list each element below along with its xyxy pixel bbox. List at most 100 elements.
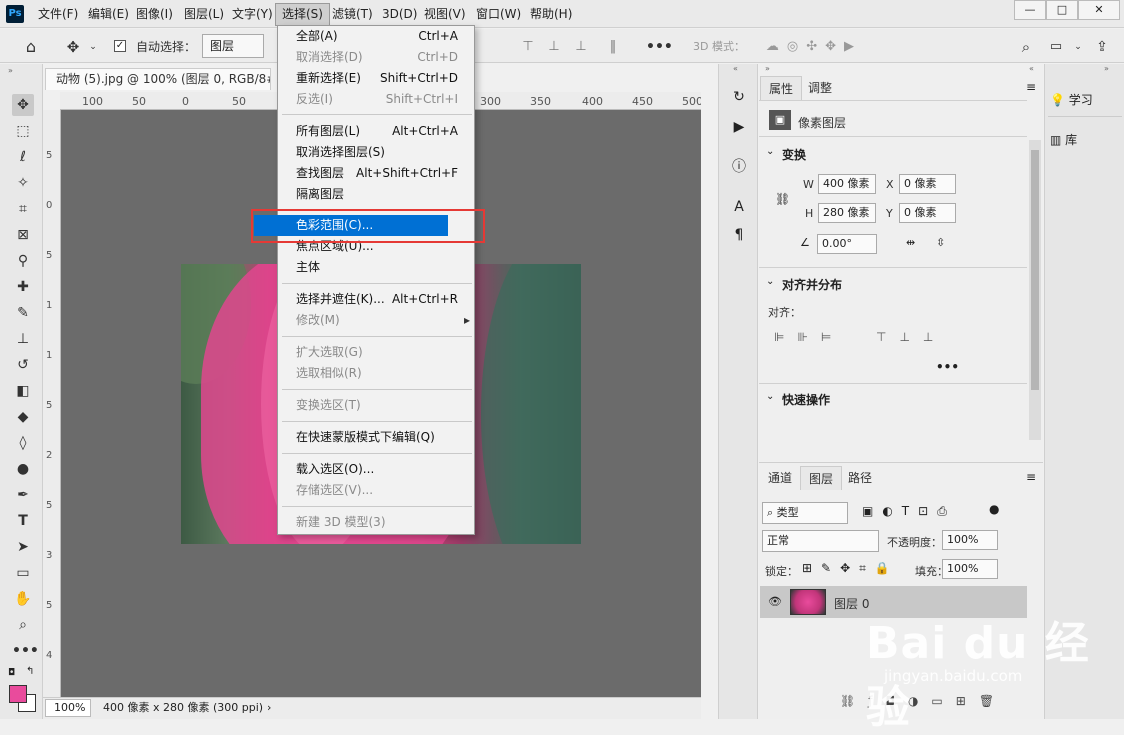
menu-item-subject[interactable]: 主体 (278, 257, 474, 278)
minimize-button[interactable]: — (1014, 0, 1046, 20)
eyedropper-icon[interactable]: ⚲ (12, 250, 34, 272)
menu-item-grow[interactable]: 扩大选取(G) (278, 342, 474, 363)
search-icon[interactable]: ⌕ (1017, 37, 1035, 57)
menu-item-similar[interactable]: 选取相似(R) (278, 363, 474, 384)
layer-thumbnail[interactable] (790, 589, 826, 615)
menu-view[interactable]: 视图(V) (418, 0, 472, 28)
zoom-tool-icon[interactable]: ⌕ (12, 614, 34, 636)
x-field[interactable]: 0 像素 (899, 174, 956, 194)
status-menu-arrow[interactable]: › (267, 698, 271, 718)
menu-help[interactable]: 帮助(H) (524, 0, 578, 28)
align-buttons-icon[interactable]: ⊫⊪⊨ (774, 330, 844, 344)
menu-item-transform-selection[interactable]: 变换选区(T) (278, 395, 474, 416)
paragraph-icon[interactable]: ¶ (730, 226, 748, 244)
workspace-icon[interactable]: ▭ (1047, 37, 1065, 57)
library-panel-button[interactable]: ▥ 库 (1050, 126, 1077, 154)
info-icon[interactable]: ⓘ (730, 158, 748, 176)
collapse-right-icon[interactable]: » (1104, 64, 1109, 73)
history-icon[interactable]: ↻ (730, 88, 748, 106)
paint-bucket-icon[interactable]: ◆ (12, 406, 34, 428)
menu-type[interactable]: 文字(Y) (226, 0, 279, 28)
move-tool-icon[interactable]: ✥ (12, 94, 34, 116)
layer-name[interactable]: 图层 0 (834, 595, 869, 612)
filter-toggle-icon[interactable]: ● (989, 502, 999, 516)
menu-item-find-layers[interactable]: 查找图层 Alt+Shift+Ctrl+F (278, 163, 474, 184)
marquee-tool-icon[interactable]: ⬚ (12, 120, 34, 142)
menu-item-quick-mask[interactable]: 在快速蒙版模式下编辑(Q) (278, 427, 474, 448)
stamp-tool-icon[interactable]: ⊥ (12, 328, 34, 350)
move-tool-icon[interactable]: ✥ (62, 37, 84, 57)
menu-3d[interactable]: 3D(D) (376, 0, 423, 28)
menu-item-deselect-layers[interactable]: 取消选择图层(S) (278, 142, 474, 163)
zoom-field[interactable]: 100% (45, 699, 91, 717)
blur-tool-icon[interactable]: ◊ (12, 432, 34, 454)
menu-item-load-selection[interactable]: 载入选区(O)... (278, 459, 474, 480)
link-icon[interactable]: ⛓ (775, 192, 790, 206)
close-window-button[interactable]: ✕ (1078, 0, 1120, 20)
tab-properties[interactable]: 属性 (760, 76, 803, 100)
brush-tool-icon[interactable]: ✎ (12, 302, 34, 324)
character-icon[interactable]: A (730, 198, 748, 216)
collapse-toolbar-icon[interactable]: » (8, 66, 13, 75)
align-top-icon[interactable]: ⊤ (519, 37, 537, 57)
lock-icons[interactable]: ⊞✎✥⌗🔒 (802, 561, 899, 576)
path-select-icon[interactable]: ➤ (12, 536, 34, 558)
type-tool-icon[interactable]: T (12, 510, 34, 532)
align-vcenter-icon[interactable]: ⊥ (545, 37, 563, 57)
home-icon[interactable]: ⌂ (20, 37, 42, 57)
quick-actions-chevron-icon[interactable]: ⌄ (766, 391, 774, 402)
menu-file[interactable]: 文件(F) (32, 0, 84, 28)
history-brush-icon[interactable]: ↺ (12, 354, 34, 376)
menu-item-all-layers[interactable]: 所有图层(L) Alt+Ctrl+A (278, 121, 474, 142)
chevron-down-icon[interactable]: ⌄ (88, 37, 98, 57)
workspace-chevron-icon[interactable]: ⌄ (1073, 37, 1083, 57)
tab-paths[interactable]: 路径 (840, 466, 880, 490)
more-tools-icon[interactable]: ••• (12, 640, 39, 662)
angle-field[interactable]: 0.00° (817, 234, 877, 254)
maximize-button[interactable]: □ (1046, 0, 1078, 20)
menu-image[interactable]: 图像(I) (130, 0, 179, 28)
flip-vertical-icon[interactable]: ⇳ (936, 236, 945, 249)
swap-colors-icon[interactable]: ↰ (26, 666, 34, 677)
menu-window[interactable]: 窗口(W) (470, 0, 527, 28)
collapse-props-icon[interactable]: » (765, 64, 770, 73)
tab-channels[interactable]: 通道 (760, 466, 800, 490)
height-field[interactable]: 280 像素 (818, 203, 876, 223)
panel-menu-icon[interactable]: ≡ (1026, 80, 1036, 94)
3d-tools-icon[interactable]: ☁◎✣✥▶ (752, 37, 876, 57)
auto-select-target-select[interactable]: 图层 (202, 34, 264, 58)
foreground-color-swatch[interactable] (9, 685, 27, 703)
crop-tool-icon[interactable]: ⌗ (12, 198, 34, 220)
width-field[interactable]: 400 像素 (818, 174, 876, 194)
actions-play-icon[interactable]: ▶ (730, 118, 748, 136)
collapse-props-right-icon[interactable]: « (1029, 64, 1034, 73)
menu-select[interactable]: 选择(S) (275, 3, 330, 26)
align-chevron-icon[interactable]: ⌄ (766, 276, 774, 287)
healing-brush-icon[interactable]: ✚ (12, 276, 34, 298)
transform-chevron-icon[interactable]: ⌄ (766, 146, 774, 157)
default-colors-icon[interactable]: ◘ (8, 668, 15, 678)
menu-edit[interactable]: 编辑(E) (82, 0, 135, 28)
visibility-eye-icon[interactable]: 👁 (768, 595, 782, 608)
menu-layer[interactable]: 图层(L) (178, 0, 230, 28)
menu-item-save-selection[interactable]: 存储选区(V)... (278, 480, 474, 501)
fill-field[interactable]: 100% (942, 559, 998, 579)
menu-item-inverse[interactable]: 反选(I) Shift+Ctrl+I (278, 89, 474, 110)
flip-horizontal-icon[interactable]: ⇹ (906, 236, 915, 249)
rectangle-tool-icon[interactable]: ▭ (12, 562, 34, 584)
pen-tool-icon[interactable]: ✒ (12, 484, 34, 506)
layer-filter-select[interactable]: ⌕ 类型 (762, 502, 848, 524)
blend-mode-select[interactable]: 正常 (762, 530, 879, 552)
lasso-tool-icon[interactable]: ℓ (12, 146, 34, 168)
opacity-field[interactable]: 100% (942, 530, 998, 550)
auto-select-checkbox[interactable]: ✓ (114, 40, 126, 52)
menu-filter[interactable]: 滤镜(T) (326, 0, 379, 28)
align-vertical-buttons-icon[interactable]: ⊤⊥⊥ (876, 330, 946, 344)
more-options-icon[interactable]: ••• (646, 37, 673, 57)
hand-tool-icon[interactable]: ✋ (12, 588, 34, 610)
learn-panel-button[interactable]: 💡 学习 (1050, 86, 1093, 114)
tab-adjustments[interactable]: 调整 (800, 76, 840, 100)
menu-item-deselect[interactable]: 取消选择(D) Ctrl+D (278, 47, 474, 68)
menu-item-select-and-mask[interactable]: 选择并遮住(K)... Alt+Ctrl+R (278, 289, 474, 310)
y-field[interactable]: 0 像素 (899, 203, 956, 223)
